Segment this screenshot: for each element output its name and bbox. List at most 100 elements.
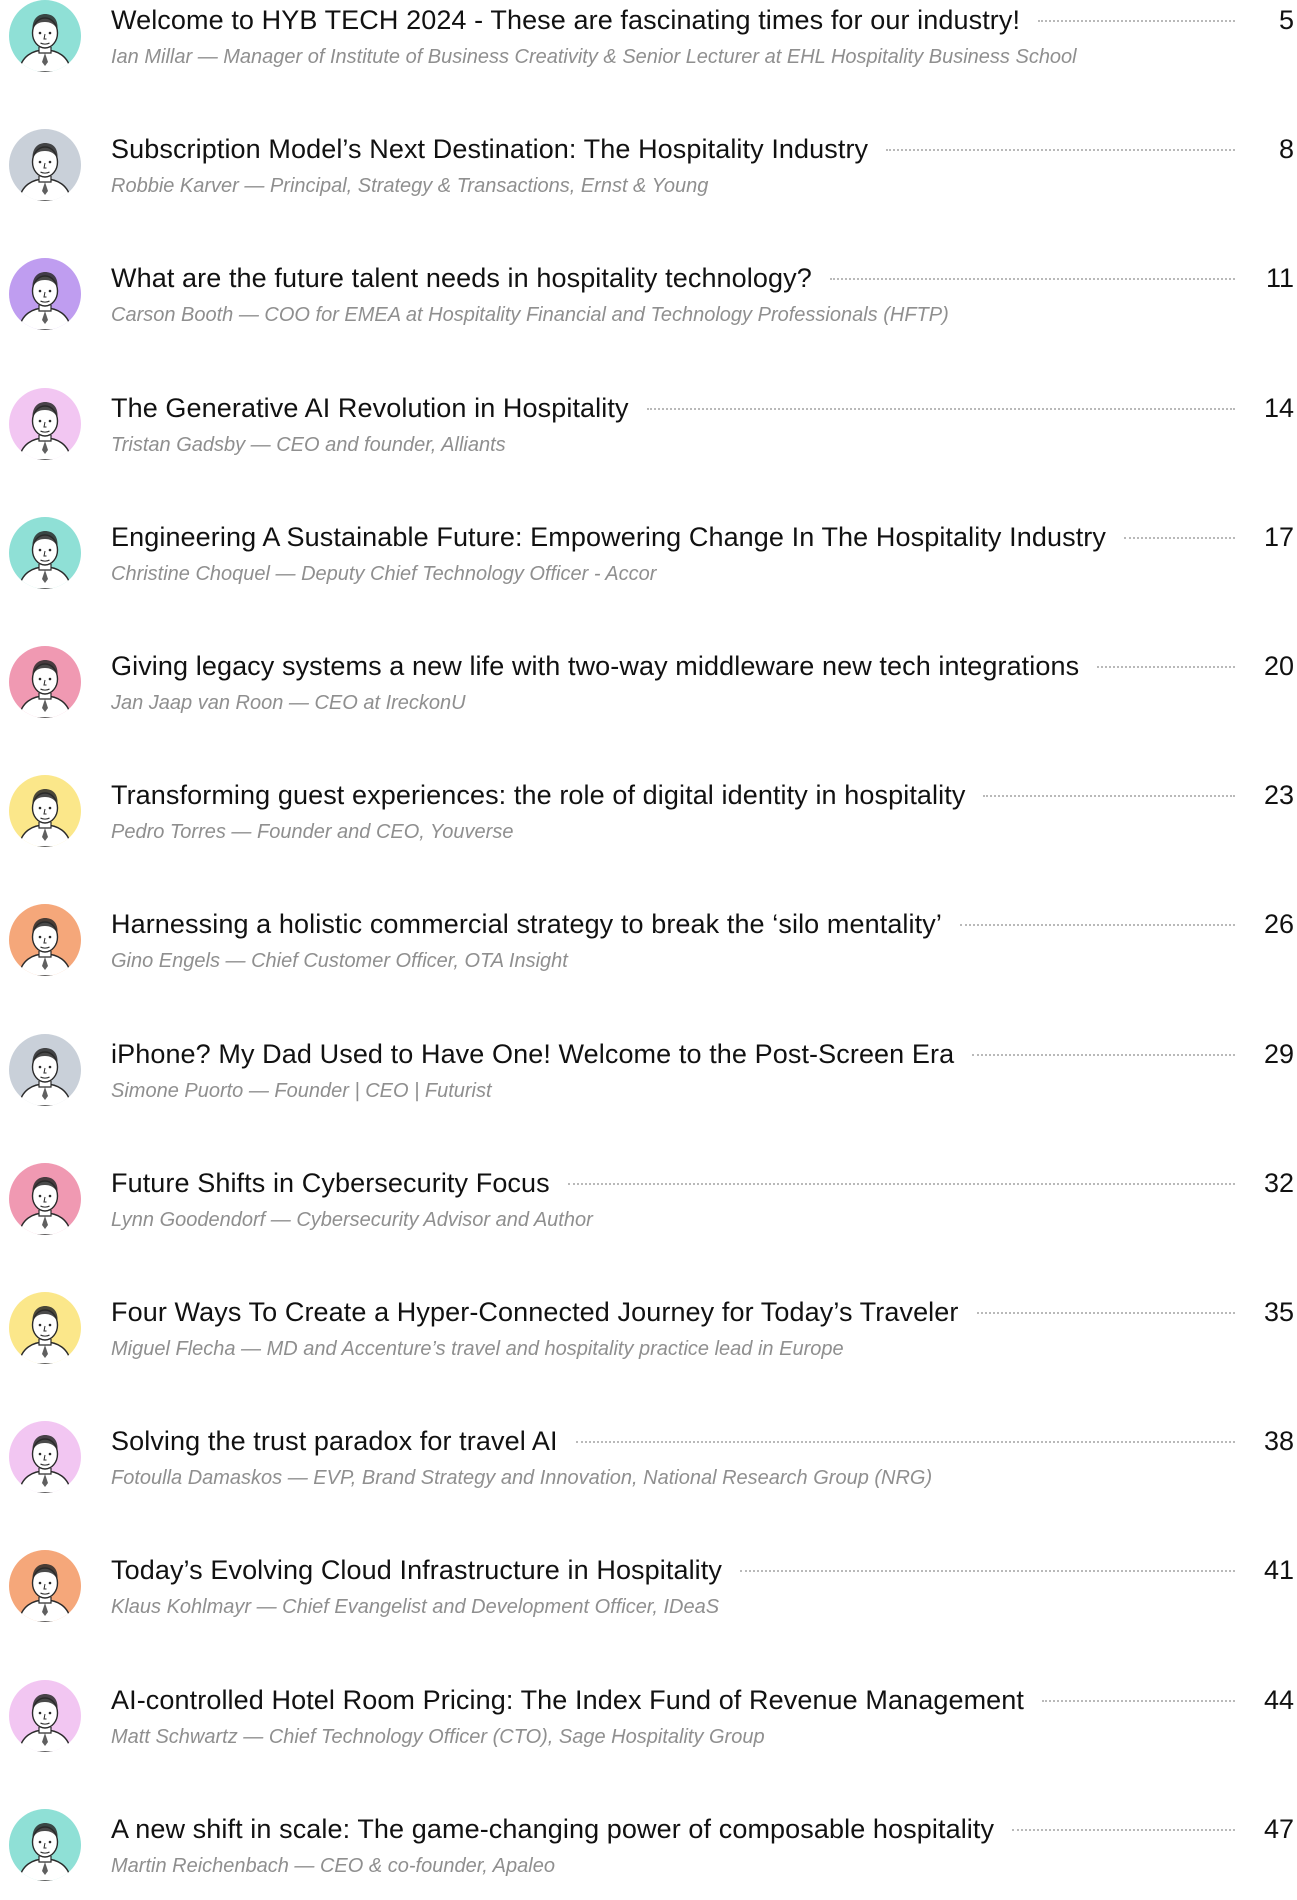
dot-leader: [1012, 1828, 1235, 1831]
article-title[interactable]: Harnessing a holistic commercial strateg…: [111, 905, 942, 943]
author-avatar[interactable]: [9, 1033, 81, 1106]
author-avatar[interactable]: [9, 1808, 81, 1881]
dot-leader: [960, 924, 1235, 927]
article-title[interactable]: Subscription Model’s Next Destination: T…: [111, 130, 868, 168]
toc-entry[interactable]: A new shift in scale: The game-changing …: [0, 1800, 1297, 1900]
author-byline: Lynn Goodendorf — Cybersecurity Advisor …: [111, 1208, 593, 1231]
author-byline: Tristan Gadsby — CEO and founder, Allian…: [111, 433, 506, 456]
portrait-illustration: [9, 904, 81, 977]
portrait-illustration: [9, 129, 81, 202]
toc-entry[interactable]: iPhone? My Dad Used to Have One! Welcome…: [0, 1025, 1297, 1125]
dot-leader: [1042, 1699, 1235, 1702]
dot-leader: [647, 407, 1235, 410]
page-number[interactable]: 17: [1264, 518, 1294, 556]
title-row: The Generative AI Revolution in Hospital…: [111, 389, 1297, 427]
author-avatar[interactable]: [9, 1292, 81, 1364]
article-title[interactable]: Engineering A Sustainable Future: Empowe…: [111, 518, 1106, 556]
toc-entry[interactable]: The Generative AI Revolution in Hospital…: [0, 379, 1297, 479]
article-title[interactable]: Future Shifts in Cybersecurity Focus: [111, 1164, 550, 1202]
dot-leader: [830, 278, 1235, 281]
author-byline: Pedro Torres — Founder and CEO, Youverse: [111, 821, 514, 844]
author-avatar[interactable]: [9, 904, 81, 977]
portrait-illustration: [9, 1292, 81, 1364]
author-byline: Fotoulla Damaskos — EVP, Brand Strategy …: [111, 1467, 933, 1490]
page-number[interactable]: 47: [1264, 1810, 1294, 1848]
page-number[interactable]: 35: [1264, 1293, 1294, 1331]
author-avatar[interactable]: [9, 387, 81, 460]
portrait-illustration: [9, 258, 81, 331]
page-number[interactable]: 44: [1264, 1681, 1294, 1719]
toc-entry[interactable]: Future Shifts in Cybersecurity Focus 32 …: [0, 1154, 1297, 1254]
toc-entry[interactable]: Four Ways To Create a Hyper-Connected Jo…: [0, 1283, 1297, 1383]
toc-entry[interactable]: Solving the trust paradox for travel AI …: [0, 1412, 1297, 1512]
portrait-illustration: [9, 1550, 81, 1623]
author-byline: Miguel Flecha — MD and Accenture’s trave…: [111, 1338, 844, 1360]
article-title[interactable]: AI-controlled Hotel Room Pricing: The In…: [111, 1681, 1024, 1719]
toc-entry[interactable]: What are the future talent needs in hosp…: [0, 249, 1297, 349]
author-avatar[interactable]: [9, 646, 81, 718]
article-title[interactable]: Giving legacy systems a new life with tw…: [111, 647, 1079, 685]
title-row: Harnessing a holistic commercial strateg…: [111, 905, 1297, 943]
author-avatar[interactable]: [9, 1550, 81, 1623]
toc-entry[interactable]: AI-controlled Hotel Room Pricing: The In…: [0, 1671, 1297, 1771]
dot-leader: [972, 1053, 1235, 1056]
article-title[interactable]: Today’s Evolving Cloud Infrastructure in…: [111, 1551, 722, 1589]
toc-entry[interactable]: Today’s Evolving Cloud Infrastructure in…: [0, 1541, 1297, 1641]
portrait-illustration: [9, 646, 81, 718]
portrait-illustration: [9, 775, 81, 848]
toc-entry[interactable]: Harnessing a holistic commercial strateg…: [0, 895, 1297, 995]
author-avatar[interactable]: [9, 1162, 81, 1235]
article-title[interactable]: Four Ways To Create a Hyper-Connected Jo…: [111, 1293, 959, 1331]
page-number[interactable]: 32: [1264, 1164, 1294, 1202]
article-title[interactable]: Solving the trust paradox for travel AI: [111, 1422, 558, 1460]
title-row: AI-controlled Hotel Room Pricing: The In…: [111, 1681, 1297, 1719]
dot-leader: [568, 1182, 1235, 1185]
dot-leader: [886, 149, 1235, 152]
dot-leader: [977, 1312, 1235, 1314]
page-number[interactable]: 38: [1264, 1422, 1294, 1460]
toc-entry[interactable]: Engineering A Sustainable Future: Empowe…: [0, 508, 1297, 608]
dot-leader: [576, 1441, 1235, 1444]
author-avatar[interactable]: [9, 775, 81, 848]
author-avatar[interactable]: [9, 129, 81, 202]
author-avatar[interactable]: [9, 0, 81, 72]
article-title[interactable]: A new shift in scale: The game-changing …: [111, 1810, 994, 1848]
author-avatar[interactable]: [9, 516, 81, 589]
page-number[interactable]: 11: [1266, 259, 1294, 297]
portrait-illustration: [9, 1679, 81, 1752]
author-byline: Ian Millar — Manager of Institute of Bus…: [111, 46, 1077, 68]
author-byline: Matt Schwartz — Chief Technology Officer…: [111, 1725, 765, 1748]
author-avatar[interactable]: [9, 1679, 81, 1752]
author-avatar[interactable]: [9, 258, 81, 331]
toc-entry[interactable]: Subscription Model’s Next Destination: T…: [0, 120, 1297, 220]
page-number[interactable]: 29: [1264, 1035, 1294, 1073]
title-row: Transforming guest experiences: the role…: [111, 776, 1297, 814]
article-title[interactable]: Welcome to HYB TECH 2024 - These are fas…: [111, 1, 1020, 39]
page-number[interactable]: 41: [1264, 1551, 1294, 1589]
portrait-illustration: [9, 1162, 81, 1235]
page-number[interactable]: 23: [1264, 776, 1294, 814]
portrait-illustration: [9, 1033, 81, 1106]
portrait-illustration: [9, 387, 81, 460]
article-title[interactable]: iPhone? My Dad Used to Have One! Welcome…: [111, 1035, 954, 1073]
author-byline: Klaus Kohlmayr — Chief Evangelist and De…: [111, 1596, 720, 1619]
toc-entry[interactable]: Transforming guest experiences: the role…: [0, 766, 1297, 866]
page-number[interactable]: 20: [1264, 647, 1294, 685]
page-number[interactable]: 26: [1264, 905, 1294, 943]
page-number[interactable]: 14: [1264, 389, 1294, 427]
portrait-illustration: [9, 0, 81, 72]
title-row: Four Ways To Create a Hyper-Connected Jo…: [111, 1293, 1297, 1331]
title-row: Today’s Evolving Cloud Infrastructure in…: [111, 1551, 1297, 1589]
article-title[interactable]: Transforming guest experiences: the role…: [111, 776, 965, 814]
author-byline: Martin Reichenbach — CEO & co-founder, A…: [111, 1854, 555, 1877]
title-row: iPhone? My Dad Used to Have One! Welcome…: [111, 1035, 1297, 1073]
author-avatar[interactable]: [9, 1421, 81, 1494]
article-title[interactable]: The Generative AI Revolution in Hospital…: [111, 389, 629, 427]
toc-entry[interactable]: Giving legacy systems a new life with tw…: [0, 637, 1297, 737]
title-row: A new shift in scale: The game-changing …: [111, 1810, 1297, 1848]
toc-entry[interactable]: Welcome to HYB TECH 2024 - These are fas…: [0, 0, 1297, 91]
page-number[interactable]: 8: [1279, 130, 1294, 168]
article-title[interactable]: What are the future talent needs in hosp…: [111, 259, 812, 297]
page-number[interactable]: 5: [1279, 1, 1294, 39]
dot-leader: [1097, 666, 1235, 668]
